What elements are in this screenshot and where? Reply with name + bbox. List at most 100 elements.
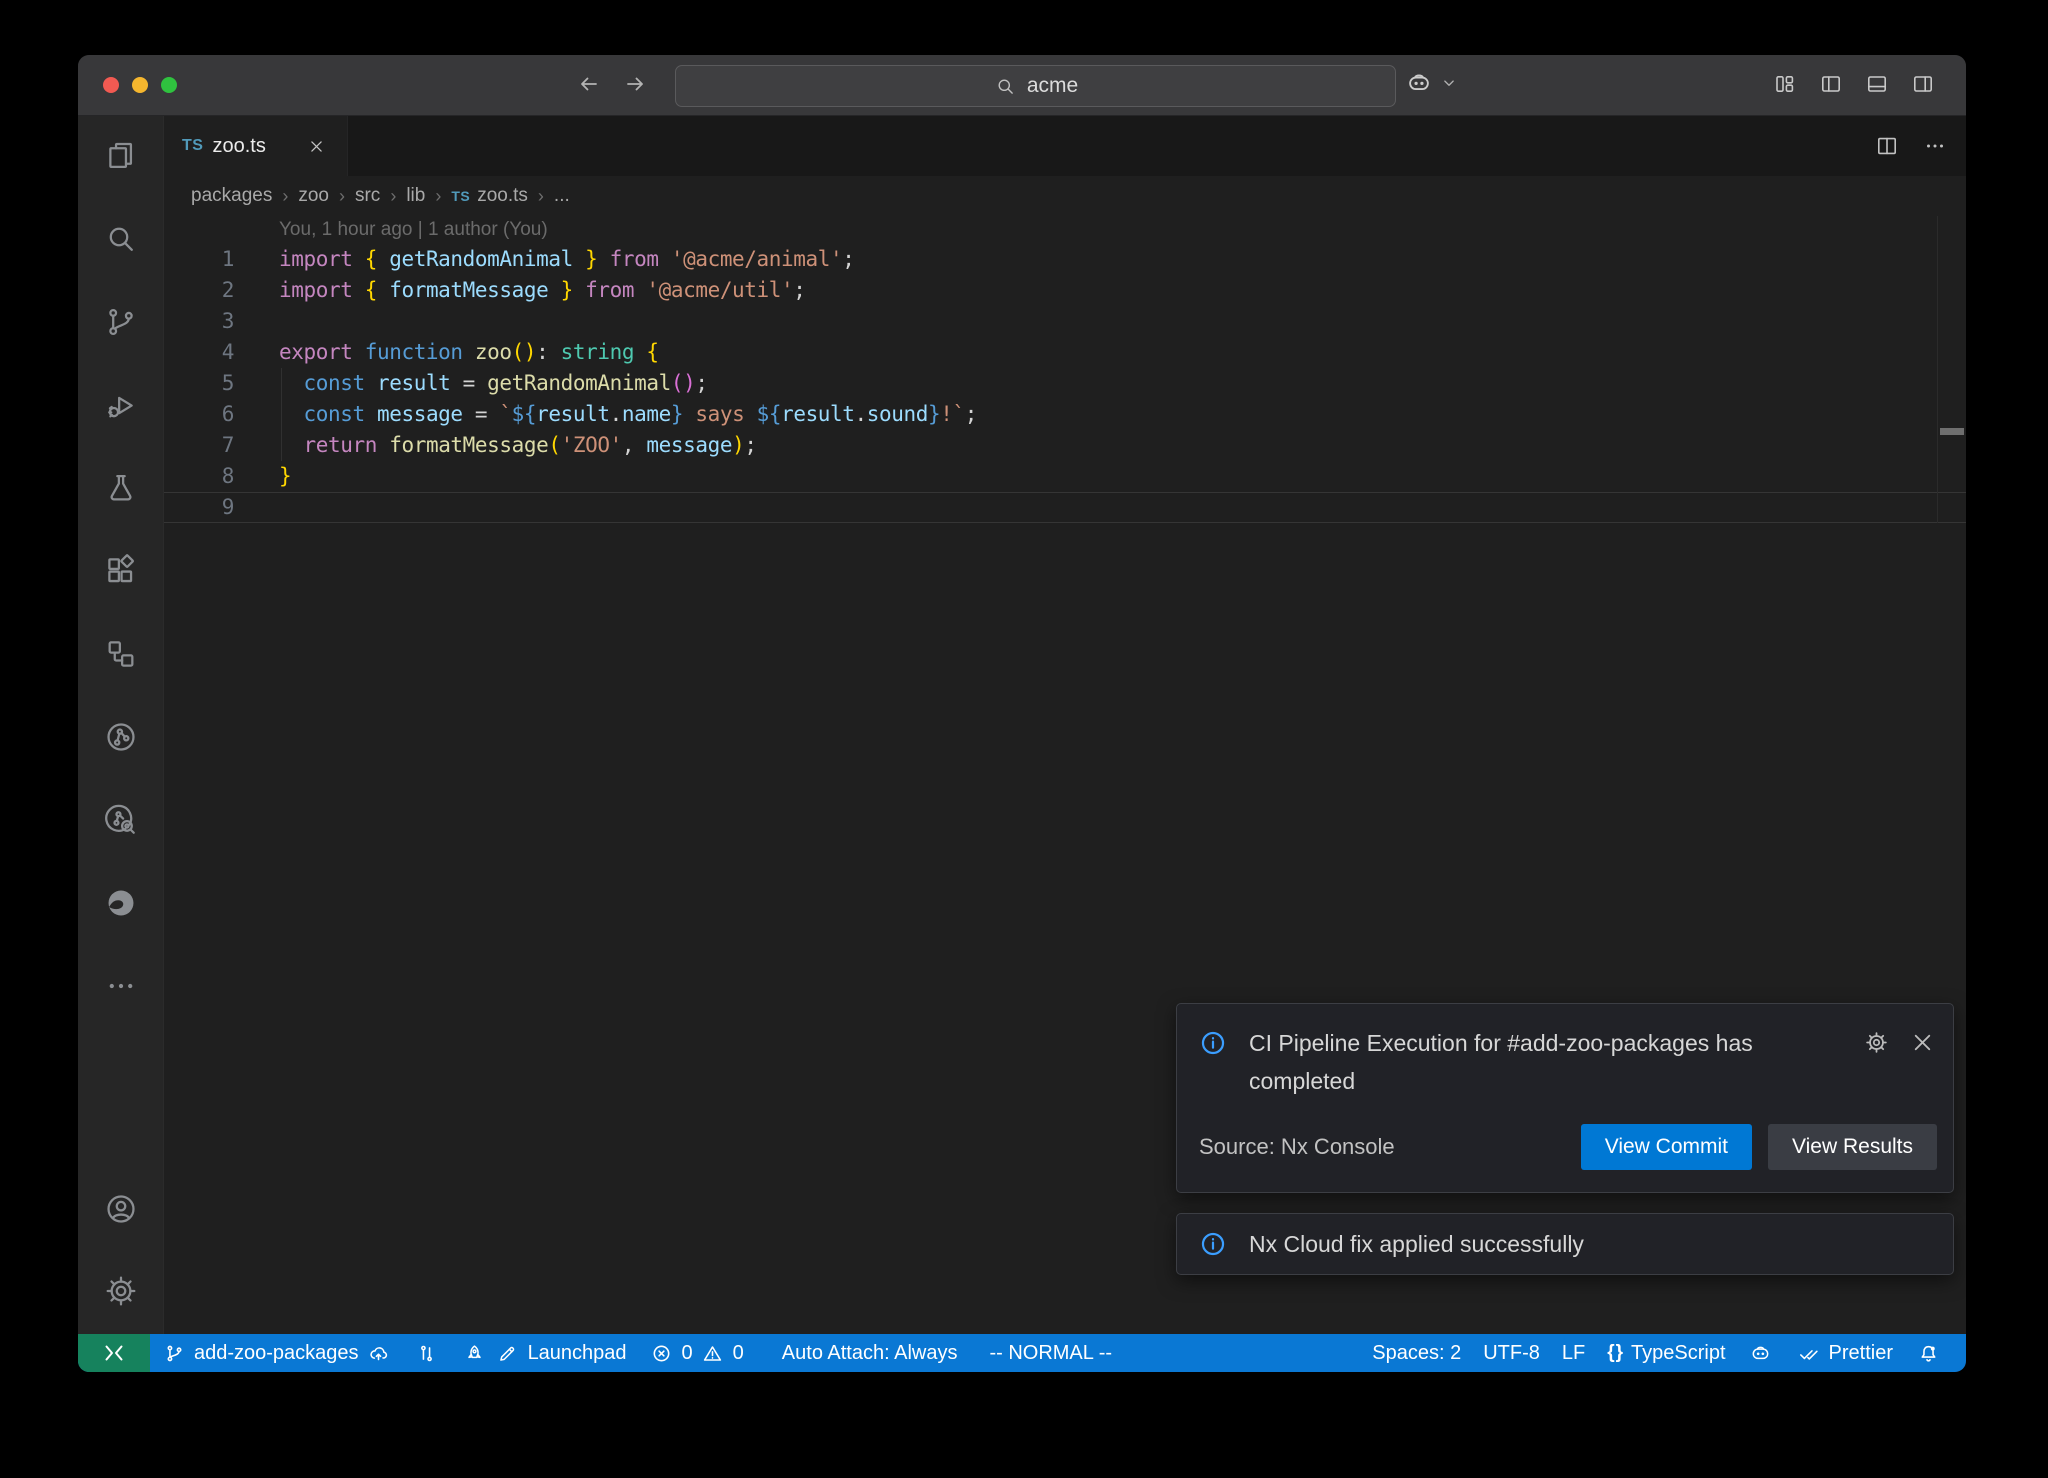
split-editor-icon[interactable] — [1874, 133, 1900, 159]
layout-panel-icon[interactable] — [1864, 71, 1890, 97]
status-label: Auto Attach: Always — [782, 1342, 958, 1365]
overview-ruler[interactable] — [1937, 216, 1966, 523]
breadcrumb-file[interactable]: TSzoo.ts — [451, 185, 528, 207]
braces-icon: {} — [1607, 1342, 1624, 1364]
line-number: 3 — [164, 306, 234, 337]
status-auto-attach[interactable]: Auto Attach: Always — [771, 1334, 969, 1372]
status-branch-status[interactable]: add-zoo-packages — [150, 1334, 403, 1372]
code-line-9[interactable]: 9 — [164, 492, 1966, 523]
activity-bar-item-search[interactable] — [103, 221, 139, 257]
activity-bar-item-hierarchy-view[interactable] — [103, 636, 139, 672]
forward-arrow-icon[interactable] — [622, 71, 648, 97]
close-icon[interactable] — [1909, 1029, 1935, 1055]
code-line-6[interactable]: 6 const message = `${result.name} says $… — [164, 399, 1966, 430]
breadcrumb-separator: › — [339, 186, 345, 207]
status-label: TypeScript — [1631, 1342, 1725, 1365]
cloud-upload-icon — [366, 1340, 392, 1366]
code-line-5[interactable]: 5 const result = getRandomAnimal(); — [164, 368, 1966, 399]
status-problems[interactable]: 00 — [638, 1334, 755, 1372]
back-arrow-icon[interactable] — [576, 71, 602, 97]
notification-toast: Nx Cloud fix applied successfully — [1176, 1213, 1954, 1275]
status-formatter[interactable]: Prettier — [1785, 1334, 1904, 1372]
layout-sidebar-right-icon[interactable] — [1910, 71, 1936, 97]
code-line-8[interactable]: 8} — [164, 461, 1966, 492]
code-text: return formatMessage('ZOO', message); — [279, 430, 757, 461]
copilot-icon — [1748, 1340, 1774, 1366]
activity-bar-item-settings[interactable] — [103, 1273, 139, 1309]
title-bar: acme — [78, 55, 1966, 116]
breadcrumb-item-zoo[interactable]: zoo — [298, 185, 329, 207]
indent-guide — [281, 430, 282, 461]
layout-sidebar-left-icon[interactable] — [1818, 71, 1844, 97]
customize-layout-icon[interactable] — [1772, 71, 1798, 97]
activity-bar-item-testing[interactable] — [103, 470, 139, 506]
breadcrumb-item-packages[interactable]: packages — [191, 185, 272, 207]
tab-zoo-ts[interactable]: TS zoo.ts — [164, 116, 348, 176]
breadcrumb-item-lib[interactable]: lib — [406, 185, 425, 207]
line-number: 8 — [164, 461, 234, 492]
breadcrumb-symbol-ellipsis[interactable]: ... — [554, 185, 570, 207]
activity-bar-item-more[interactable] — [103, 968, 139, 1004]
activity-bar-item-edge-tools[interactable] — [103, 885, 139, 921]
status-language-mode[interactable]: {} TypeScript — [1596, 1334, 1736, 1372]
view-commit-button[interactable]: View Commit — [1581, 1124, 1752, 1170]
warning-triangle-icon — [700, 1340, 726, 1366]
status-copilot-status[interactable] — [1737, 1334, 1785, 1372]
status-label: UTF-8 — [1483, 1342, 1540, 1365]
indent-guide — [281, 368, 282, 399]
status-label: LF — [1562, 1342, 1585, 1365]
notification-source: Source: Nx Console — [1199, 1134, 1395, 1160]
breadcrumb-separator: › — [282, 186, 288, 207]
code-line-1[interactable]: 1import { getRandomAnimal } from '@acme/… — [164, 244, 1966, 275]
view-results-button[interactable]: View Results — [1768, 1124, 1937, 1170]
status-vim-mode[interactable]: -- NORMAL -- — [978, 1334, 1123, 1372]
info-icon — [1199, 1029, 1227, 1057]
notification-message: CI Pipeline Execution for #add-zoo-packa… — [1249, 1024, 1819, 1100]
code-editor[interactable]: You, 1 hour ago | 1 author (You) 1import… — [164, 216, 1966, 523]
activity-bar-item-nx-cloud[interactable] — [103, 802, 139, 838]
status-notifications-bell[interactable] — [1904, 1334, 1952, 1372]
activity-bar-item-explorer[interactable] — [103, 138, 139, 174]
status-indentation[interactable]: Spaces: 2 — [1361, 1334, 1472, 1372]
line-number: 7 — [164, 430, 234, 461]
code-line-4[interactable]: 4export function zoo(): string { — [164, 337, 1966, 368]
traffic-lights — [103, 77, 177, 93]
minimize-window-button[interactable] — [132, 77, 148, 93]
breadcrumb-item-src[interactable]: src — [355, 185, 380, 207]
copilot-icon[interactable] — [1406, 70, 1432, 96]
status-pipeline-status[interactable] — [403, 1334, 451, 1372]
gear-icon[interactable] — [1863, 1029, 1889, 1055]
remote-icon — [101, 1340, 127, 1366]
close-tab-icon[interactable] — [305, 134, 329, 158]
breadcrumb-separator: › — [390, 186, 396, 207]
chevron-down-icon[interactable] — [1436, 70, 1462, 96]
activity-bar-item-nx-console[interactable] — [103, 719, 139, 755]
pencil-icon — [495, 1340, 521, 1366]
tab-bar: TS zoo.ts — [164, 116, 1966, 176]
zoom-window-button[interactable] — [161, 77, 177, 93]
activity-bar-item-source-control[interactable] — [103, 304, 139, 340]
breadcrumb: packages › zoo › src › lib › TSzoo.ts ›... — [164, 176, 1966, 216]
cursor-position-marker — [1940, 428, 1964, 435]
status-encoding[interactable]: UTF-8 — [1472, 1334, 1551, 1372]
activity-bar-item-account[interactable] — [103, 1191, 139, 1227]
code-line-2[interactable]: 2import { formatMessage } from '@acme/ut… — [164, 275, 1966, 306]
status-launchpad[interactable]: Launchpad — [451, 1334, 638, 1372]
status-eol[interactable]: LF — [1551, 1334, 1596, 1372]
breadcrumb-separator: › — [538, 186, 544, 207]
code-line-3[interactable]: 3 — [164, 306, 1966, 337]
activity-bar-item-run-debug[interactable] — [103, 387, 139, 423]
status-remote-indicator[interactable] — [78, 1334, 150, 1372]
code-line-7[interactable]: 7 return formatMessage('ZOO', message); — [164, 430, 1966, 461]
git-branch-icon — [161, 1340, 187, 1366]
breadcrumb-separator: › — [435, 186, 441, 207]
search-icon — [993, 73, 1019, 99]
typescript-file-icon: TS — [451, 188, 470, 204]
close-window-button[interactable] — [103, 77, 119, 93]
typescript-file-icon: TS — [182, 137, 203, 155]
code-text: const result = getRandomAnimal(); — [279, 368, 708, 399]
activity-bar-item-extensions[interactable] — [103, 553, 139, 589]
command-center-search[interactable]: acme — [675, 65, 1396, 107]
line-number: 2 — [164, 275, 234, 306]
more-actions-icon[interactable] — [1922, 133, 1948, 159]
